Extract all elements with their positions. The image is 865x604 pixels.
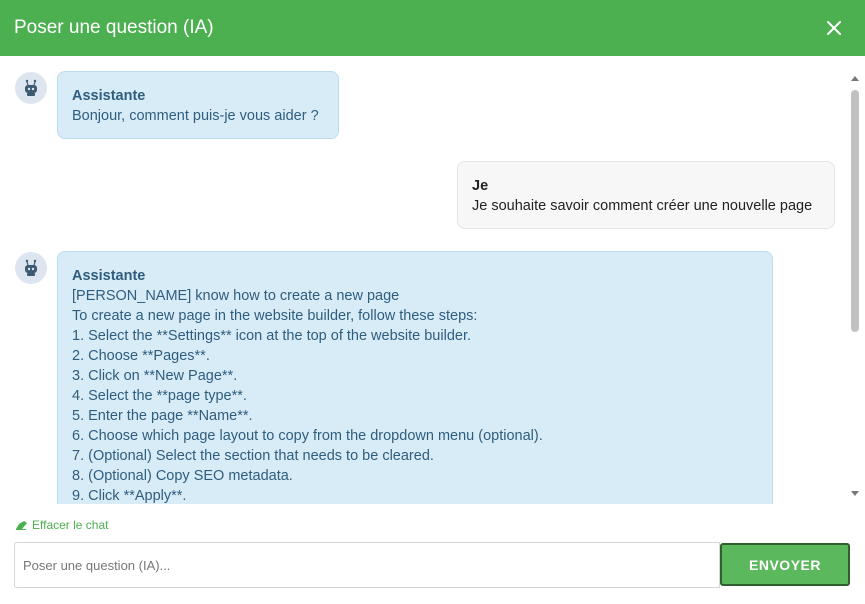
message-line: 4. Select the **page type**. — [72, 388, 247, 404]
message-line: 3. Click on **New Page**. — [72, 368, 238, 384]
message-bubble: Je Je souhaite savoir comment créer une … — [457, 161, 835, 229]
dialog-title: Poser une question (IA) — [14, 17, 214, 38]
assistant-avatar — [15, 252, 47, 284]
assistant-avatar — [15, 72, 47, 104]
close-icon — [827, 21, 841, 35]
scroll-down-arrow-icon[interactable] — [851, 491, 859, 496]
chat-messages[interactable]: Assistante Bonjour, comment puis-je vous… — [0, 56, 865, 504]
robot-icon — [25, 79, 37, 96]
scroll-up-arrow-icon[interactable] — [851, 76, 859, 81]
message-line: [PERSON_NAME] know how to create a new p… — [72, 288, 400, 304]
clear-chat-label: Effacer le chat — [32, 518, 109, 532]
message-sender: Assistante — [72, 88, 146, 104]
dialog-header: Poser une question (IA) — [0, 0, 865, 56]
send-button[interactable]: ENVOYER — [720, 543, 850, 586]
message-bubble: Assistante Bonjour, comment puis-je vous… — [57, 71, 339, 139]
message-line: 8. (Optional) Copy SEO metadata. — [72, 468, 293, 484]
message-text: Bonjour, comment puis-je vous aider ? — [72, 108, 319, 124]
eraser-icon — [16, 521, 27, 530]
message-line: 1. Select the **Settings** icon at the t… — [72, 328, 472, 344]
close-button[interactable] — [823, 17, 845, 39]
message-line: 7. (Optional) Select the section that ne… — [72, 448, 434, 464]
message-line: 5. Enter the page **Name**. — [72, 408, 253, 424]
scrollbar-thumb[interactable] — [851, 90, 859, 332]
robot-icon — [25, 259, 37, 276]
chat-scrollbar[interactable] — [849, 76, 861, 500]
message-sender: Je — [472, 178, 489, 194]
message-line: 6. Choose which page layout to copy from… — [72, 428, 543, 444]
message-sender: Assistante — [72, 268, 146, 284]
message-text: Je souhaite savoir comment créer une nou… — [472, 198, 813, 214]
message-bubble: Assistante [PERSON_NAME] know how to cre… — [57, 251, 773, 504]
message-line: 9. Click **Apply**. — [72, 488, 187, 504]
question-input[interactable] — [14, 542, 720, 588]
message-line: 2. Choose **Pages**. — [72, 348, 210, 364]
clear-chat-link[interactable]: Effacer le chat — [15, 518, 109, 532]
message-line: To create a new page in the website buil… — [72, 308, 478, 324]
